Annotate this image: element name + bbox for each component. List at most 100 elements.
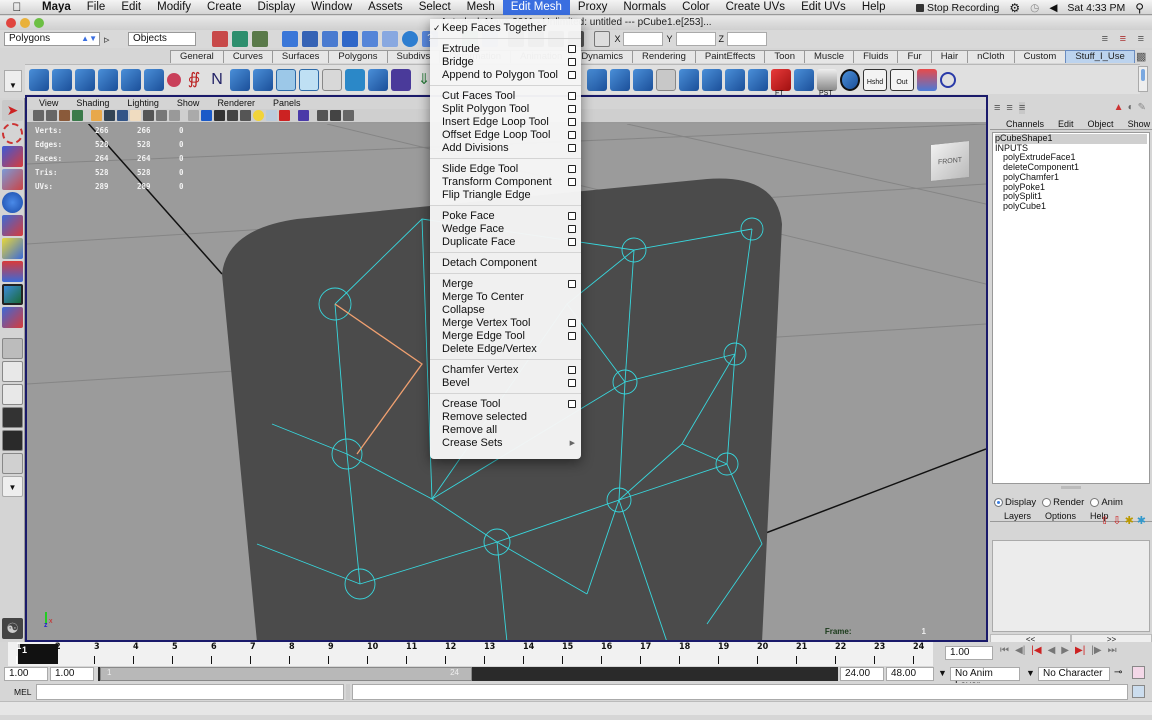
time-slider[interactable]: 1 1 2 3 4 5 6 7 8 9 10 11 12 13 14 15 16 17 18 19 20 21 22 23 2… <box>0 642 1152 666</box>
textured-icon[interactable] <box>227 110 238 121</box>
universal-manipulator-icon[interactable] <box>2 238 23 259</box>
shelf-tool-icon[interactable] <box>75 68 95 91</box>
menu-edit-uvs[interactable]: Edit UVs <box>793 0 854 15</box>
move-layer-down-icon[interactable]: ⇩ <box>1112 514 1121 527</box>
input-line-mode-icon[interactable] <box>594 31 611 47</box>
menu-item-poke-face[interactable]: Poke Face <box>430 210 581 223</box>
option-box-icon[interactable] <box>568 212 576 220</box>
select-tool-icon[interactable]: ➤ <box>2 100 23 121</box>
anim-layer-field[interactable]: No Anim Layer <box>950 667 1020 691</box>
option-box-icon[interactable] <box>568 238 576 246</box>
option-box-icon[interactable] <box>568 319 576 327</box>
step-forward-key-icon[interactable]: ▶| <box>1075 645 1085 656</box>
film-gate-icon[interactable] <box>104 110 115 121</box>
shelf-tool-icon[interactable] <box>121 68 141 91</box>
character-set-dropdown-arrow-icon[interactable]: ▼ <box>1026 668 1035 678</box>
viewport-menu-lighting[interactable]: Lighting <box>127 97 159 109</box>
shelf-tool-icon[interactable] <box>368 68 388 91</box>
dynamics-mask-icon[interactable] <box>402 31 418 47</box>
channel-menu-edit[interactable]: Edit <box>1058 118 1074 129</box>
soft-modification-icon[interactable] <box>2 261 23 282</box>
menu-item-remove-selected[interactable]: Remove selected <box>430 411 581 424</box>
viewport-menu-view[interactable]: View <box>39 97 58 109</box>
stop-recording-button[interactable]: Stop Recording <box>916 2 999 14</box>
channel-menu-channels[interactable]: Channels <box>1006 118 1044 129</box>
menu-create-uvs[interactable]: Create UVs <box>718 0 793 15</box>
play-forwards-icon[interactable]: ▶ <box>1061 645 1069 656</box>
menu-edit[interactable]: Edit <box>113 0 149 15</box>
persp-graph-layout-icon[interactable] <box>2 407 23 428</box>
four-view-layout-icon[interactable] <box>2 361 23 382</box>
shelf-tool-icon[interactable] <box>230 68 250 91</box>
playback-start-field[interactable]: 1.00 <box>50 667 94 681</box>
camera-attributes-icon[interactable] <box>46 110 57 121</box>
shelf-tool-icon[interactable] <box>345 68 365 91</box>
character-set-field[interactable]: No Character Set <box>1038 667 1110 681</box>
minimize-window-button[interactable] <box>20 18 30 28</box>
start-time-field[interactable]: 1.00 <box>4 667 48 681</box>
shelf-tab-stuff-i-use[interactable]: Stuff_I_Use <box>1065 50 1135 63</box>
channel-layer-split-icon[interactable]: ≡ <box>1006 102 1012 114</box>
layer-editor-only-icon[interactable]: ≡ <box>1018 102 1026 114</box>
menu-item-transform-component[interactable]: Transform Component <box>430 176 581 189</box>
option-box-icon[interactable] <box>568 58 576 66</box>
show-manipulator-icon[interactable] <box>2 284 23 305</box>
shelf-tab-hair[interactable]: Hair <box>930 50 969 63</box>
shelf-tab-fluids[interactable]: Fluids <box>853 50 899 63</box>
shelf-tool-icon[interactable] <box>840 68 860 91</box>
option-box-icon[interactable] <box>568 45 576 53</box>
menu-item-bevel[interactable]: Bevel <box>430 377 581 390</box>
shelf-tool-icon[interactable] <box>276 68 296 91</box>
shelf-tab-muscle[interactable]: Muscle <box>804 50 855 63</box>
shelf-tool-icon[interactable] <box>253 68 273 91</box>
shelf-tab-fur[interactable]: Fur <box>897 50 932 63</box>
shelf-tab-painteffects[interactable]: PaintEffects <box>694 50 766 63</box>
gear-status-icon[interactable]: ⚙ <box>1009 1 1020 15</box>
persp-graph-outliner-layout-icon[interactable] <box>2 453 23 474</box>
time-ruler[interactable]: 1 1 2 3 4 5 6 7 8 9 10 11 12 13 14 15 16 17 18 19 20 21 22 23 2… <box>8 642 933 666</box>
tool-settings-toggle-icon[interactable]: ≡ <box>1120 33 1126 45</box>
light-bulb-icon[interactable] <box>253 110 264 121</box>
shelf-tab-curves[interactable]: Curves <box>222 50 273 63</box>
menu-help[interactable]: Help <box>854 0 894 15</box>
menu-item-insert-edge-loop-tool[interactable]: Insert Edge Loop Tool <box>430 116 581 129</box>
smooth-shade-icon[interactable] <box>201 110 212 121</box>
playback-end-field[interactable]: 24.00 <box>840 667 884 681</box>
xray-icon[interactable] <box>317 110 328 121</box>
channel-menu-show[interactable]: Show <box>1128 118 1151 129</box>
lights-icon[interactable] <box>240 110 251 121</box>
menu-item-merge-to-center[interactable]: Merge To Center <box>430 291 581 304</box>
option-box-icon[interactable] <box>568 332 576 340</box>
lasso-tool-icon[interactable] <box>2 123 23 144</box>
high-quality-icon[interactable] <box>279 110 290 121</box>
menu-item-offset-edge-loop-tool[interactable]: Offset Edge Loop Tool <box>430 129 581 142</box>
shelf-tool-icon[interactable] <box>98 68 118 91</box>
viewcube[interactable]: FRONT <box>930 139 970 183</box>
isolate-select-icon[interactable] <box>298 110 309 121</box>
shelf-tab-polygons[interactable]: Polygons <box>328 50 388 63</box>
shelf-tab-rendering[interactable]: Rendering <box>632 50 696 63</box>
input-node-item[interactable]: polyCube1 <box>995 201 1147 212</box>
shelf-tab-surfaces[interactable]: Surfaces <box>271 50 330 63</box>
speed-icon[interactable]: ◐ <box>1128 102 1134 113</box>
shelf-tool-icon[interactable] <box>52 68 72 91</box>
shelf-menu-arrow[interactable]: ▼ <box>4 70 22 92</box>
option-box-icon[interactable] <box>568 280 576 288</box>
go-to-end-icon[interactable]: ⏭ <box>1108 645 1117 656</box>
script-editor-icon[interactable] <box>1132 685 1145 698</box>
menu-edit-mesh[interactable]: Edit Mesh <box>502 0 570 15</box>
menu-item-chamfer-vertex[interactable]: Chamfer Vertex <box>430 364 581 377</box>
menu-item-duplicate-face[interactable]: Duplicate Face <box>430 236 581 249</box>
option-box-icon[interactable] <box>568 165 576 173</box>
shelf-tool-icon[interactable]: ∯ <box>184 69 204 91</box>
safe-action-icon[interactable] <box>156 110 167 121</box>
shelf-tool-icon[interactable] <box>587 68 607 91</box>
gate-mask-icon[interactable] <box>130 110 141 121</box>
option-box-icon[interactable] <box>568 118 576 126</box>
anim-layer-dropdown-arrow-icon[interactable]: ▼ <box>938 668 947 678</box>
option-box-icon[interactable] <box>568 144 576 152</box>
close-window-button[interactable] <box>6 18 16 28</box>
last-tool-icon[interactable] <box>2 307 23 328</box>
shelf-trash-icon[interactable]: ▩ <box>1136 50 1146 63</box>
shelf-tool-icon[interactable] <box>748 68 768 91</box>
